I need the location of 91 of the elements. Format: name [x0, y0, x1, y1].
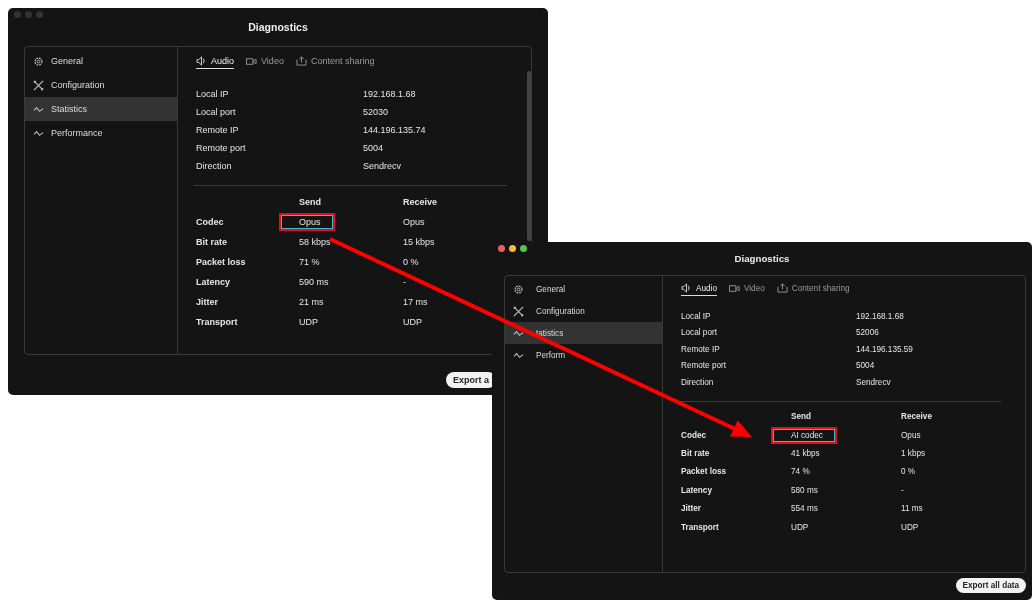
table-cell: -	[403, 277, 406, 287]
tools-icon	[513, 305, 524, 317]
row-label: Bit rate	[681, 448, 711, 458]
sidebar-item[interactable]: Configuration	[25, 73, 177, 97]
row-label: Codec	[196, 217, 225, 227]
field-label: Direction	[681, 377, 715, 387]
tools-icon	[33, 79, 44, 91]
field-label: Local port	[196, 107, 237, 117]
column-header: Receive	[403, 197, 438, 207]
table-cell: 590 ms	[299, 277, 329, 287]
field-value: Sendrecv	[363, 161, 402, 171]
export-button[interactable]: Export all data	[955, 578, 1026, 593]
sidebar-item[interactable]: Performance	[25, 121, 177, 145]
field-value: 192.168.1.68	[856, 311, 904, 321]
table-cell: 58 kbps	[299, 237, 331, 247]
field-value: 5004	[363, 143, 384, 153]
table-cell: 11 ms	[901, 504, 923, 514]
row-label: Packet loss	[681, 467, 728, 477]
share-icon	[295, 56, 307, 66]
tab[interactable]: Content sharing	[295, 55, 375, 69]
table-cell: UDP	[403, 317, 422, 327]
table-cell: 15 kbps	[403, 237, 435, 247]
speaker-icon	[681, 283, 692, 293]
sidebar-item[interactable]: Statistics	[25, 97, 177, 121]
field-value: 52030	[363, 107, 389, 117]
field-label: Local IP	[681, 311, 712, 321]
table-cell: 1 kbps	[901, 448, 926, 458]
field-value: 144.196.135.59	[856, 344, 913, 354]
table-cell: UDP	[901, 522, 919, 532]
window-control-icon[interactable]	[498, 245, 505, 252]
row-label: Packet loss	[196, 257, 247, 267]
row-label: Transport	[681, 522, 720, 532]
column-header: Send	[299, 197, 322, 207]
tab[interactable]: Audio	[681, 282, 717, 296]
sidebar-item[interactable]: Perform	[505, 344, 662, 366]
share-icon	[776, 283, 788, 293]
camera-icon	[728, 283, 740, 293]
table-cell: 41 kbps	[791, 448, 820, 458]
table-cell: Opus	[403, 217, 425, 227]
gear-icon	[513, 283, 524, 295]
row-label: Bit rate	[196, 237, 228, 247]
row-label: Jitter	[681, 504, 703, 514]
table-cell: UDP	[791, 522, 809, 532]
sidebar-item[interactable]: General	[25, 49, 177, 73]
speaker-icon	[196, 56, 207, 66]
field-label: Local port	[681, 328, 718, 338]
table-cell: 74 %	[791, 467, 810, 477]
window-title: Diagnostics	[734, 253, 790, 264]
field-value: 52006	[856, 328, 879, 338]
tab[interactable]: Content sharing	[776, 282, 850, 296]
table-cell: 17 ms	[403, 297, 428, 307]
row-label: Latency	[681, 485, 713, 495]
table-cell: UDP	[299, 317, 318, 327]
field-value: 5004	[856, 361, 875, 371]
tab[interactable]: Video	[246, 55, 284, 69]
tab[interactable]: Audio	[196, 55, 235, 69]
row-label: Latency	[196, 277, 231, 287]
scrollbar[interactable]	[527, 71, 531, 241]
field-label: Remote IP	[196, 125, 240, 135]
table-cell: 21 ms	[299, 297, 324, 307]
sidebar-item[interactable]: General	[505, 278, 662, 300]
table-cell: -	[901, 485, 904, 495]
row-label: Codec	[681, 430, 708, 440]
column-header: Receive	[901, 412, 932, 422]
camera-icon	[246, 56, 258, 66]
table-cell: 0 %	[901, 467, 916, 477]
field-value: Sendrecv	[856, 377, 891, 387]
highlighted-cell: Opus	[279, 213, 335, 231]
tab[interactable]: Video	[728, 282, 765, 296]
row-label: Transport	[196, 317, 239, 327]
table-cell: 0 %	[403, 257, 419, 267]
gear-icon	[33, 55, 44, 67]
highlighted-cell: AI codec	[771, 426, 837, 444]
window-title: Diagnostics	[248, 21, 308, 33]
field-label: Direction	[196, 161, 233, 171]
row-label: Jitter	[196, 297, 219, 307]
table-cell: 580 ms	[791, 485, 818, 495]
field-label: Remote IP	[681, 344, 721, 354]
table-cell: 71 %	[299, 257, 320, 267]
field-label: Local IP	[196, 89, 230, 99]
column-header: Send	[791, 412, 813, 422]
field-value: 192.168.1.68	[363, 89, 416, 99]
window-control-icon[interactable]	[520, 245, 527, 252]
table-cell: 554 ms	[791, 504, 818, 514]
field-label: Remote port	[681, 361, 728, 371]
field-label: Remote port	[196, 143, 247, 153]
field-value: 144.196.135.74	[363, 125, 426, 135]
window-control-icon[interactable]	[509, 245, 516, 252]
sidebar-item[interactable]: Configuration	[505, 300, 662, 322]
table-cell: Opus	[901, 430, 921, 440]
sidebar-item[interactable]: tatistics	[505, 322, 662, 344]
